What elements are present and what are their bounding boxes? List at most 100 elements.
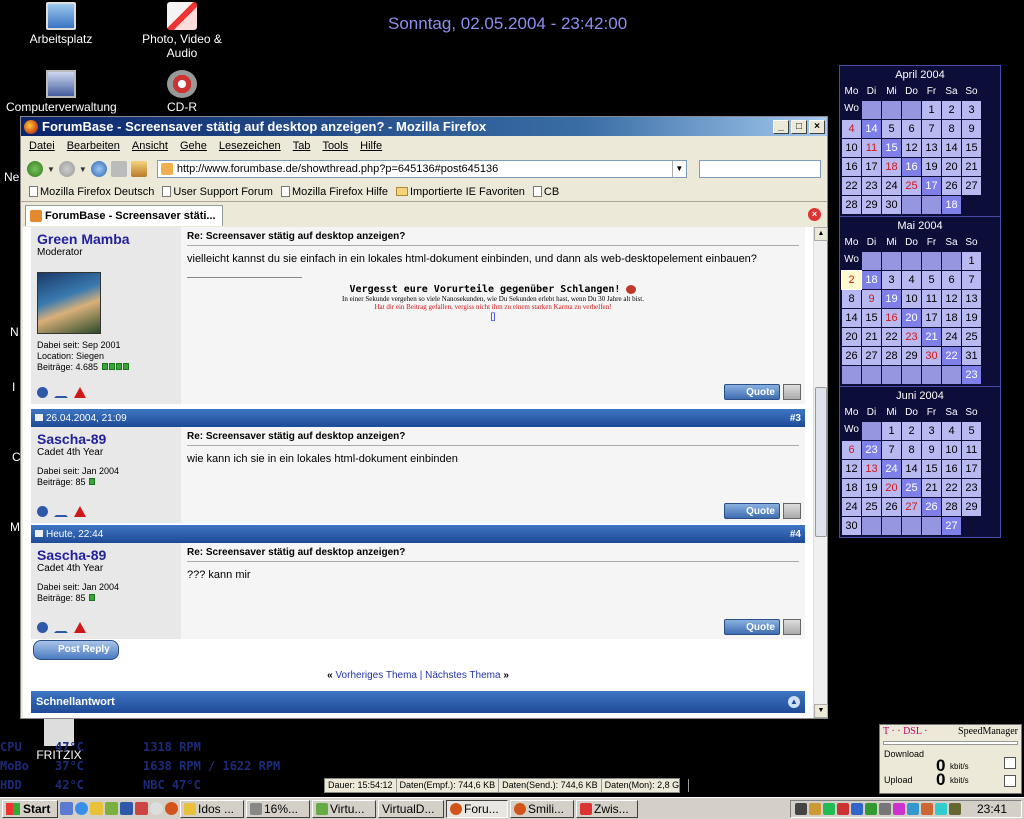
calendar-day[interactable]: 1 xyxy=(922,101,941,119)
calendar-day[interactable]: 4 xyxy=(942,422,961,440)
menu-hilfe[interactable]: Hilfe xyxy=(360,140,382,152)
calendar-day[interactable]: 26 xyxy=(842,347,861,365)
collapse-icon[interactable]: ▲ xyxy=(788,696,800,708)
calendar-day[interactable]: 11 xyxy=(922,290,941,308)
volume-icon[interactable] xyxy=(795,802,807,815)
calendar-day[interactable]: 26 xyxy=(882,498,901,516)
next-thread-link[interactable]: Nächstes Thema xyxy=(425,670,500,681)
desktop-icon-cd-r[interactable]: CD-R xyxy=(127,70,237,114)
edit-icon[interactable] xyxy=(783,619,801,635)
quote-button[interactable]: Quote xyxy=(724,503,780,519)
calendar-day[interactable]: 14 xyxy=(842,309,861,327)
calendar-day[interactable]: 20 xyxy=(942,158,961,176)
calendar-day[interactable]: 13 xyxy=(962,290,981,308)
tray-app-icon[interactable] xyxy=(809,802,821,815)
desktop-icon-photo-video-audio[interactable]: Photo, Video & Audio xyxy=(127,2,237,60)
calendar-day[interactable]: 15 xyxy=(922,460,941,478)
calendar-day[interactable]: 8 xyxy=(842,290,861,308)
calendar-day[interactable]: 15 xyxy=(962,139,981,157)
calendar-day[interactable]: 13 xyxy=(922,139,941,157)
taskbar-item[interactable]: Zwis... xyxy=(576,799,638,818)
calendar-day[interactable]: 23 xyxy=(862,177,881,195)
calendar-day[interactable]: 7 xyxy=(922,120,941,138)
calendar-day[interactable]: 19 xyxy=(962,309,981,327)
close-button[interactable]: × xyxy=(809,119,825,134)
calendar-day[interactable]: 30 xyxy=(922,347,941,365)
taskbar-item[interactable]: Virtu... xyxy=(312,799,376,818)
calendar-day[interactable]: 14 xyxy=(902,460,921,478)
calendar-day[interactable]: 17 xyxy=(862,158,881,176)
menu-bearbeiten[interactable]: Bearbeiten xyxy=(67,140,120,152)
speedmanager-toggle-icon[interactable] xyxy=(1004,757,1016,769)
scrollbar-thumb[interactable] xyxy=(815,387,827,537)
ie-quicklaunch-icon[interactable] xyxy=(75,802,88,815)
url-dropdown-icon[interactable]: ▼ xyxy=(671,161,686,177)
media-quicklaunch-icon[interactable] xyxy=(135,802,148,815)
bookmark-item[interactable]: CB xyxy=(532,186,559,198)
reputation-scale-icon[interactable] xyxy=(54,506,68,517)
calendar-day[interactable]: 3 xyxy=(962,101,981,119)
calendar-day[interactable]: 16 xyxy=(882,309,901,327)
calendar-day[interactable]: 5 xyxy=(882,120,901,138)
calendar-day[interactable]: 25 xyxy=(962,328,981,346)
player-quicklaunch-icon[interactable] xyxy=(150,802,163,815)
tray-app-icon[interactable] xyxy=(865,802,877,815)
bookmark-item[interactable]: User Support Forum xyxy=(162,186,273,198)
calendar-day[interactable]: 1 xyxy=(962,252,981,270)
calendar-day[interactable]: 21 xyxy=(862,328,881,346)
scroll-up-icon[interactable]: ▲ xyxy=(814,227,828,241)
post-username[interactable]: Green Mamba xyxy=(37,231,175,247)
calendar-day[interactable]: 1 xyxy=(882,422,901,440)
calendar-day[interactable]: 28 xyxy=(842,196,861,214)
calendar-day[interactable]: 21 xyxy=(922,479,941,497)
report-warning-icon[interactable] xyxy=(74,387,86,398)
euro-quicklaunch-icon[interactable] xyxy=(120,802,133,815)
calendar-day[interactable]: 20 xyxy=(842,328,861,346)
calendar-day[interactable]: 26 xyxy=(942,177,961,195)
folder-quicklaunch-icon[interactable] xyxy=(90,802,103,815)
quote-button[interactable]: Quote xyxy=(724,619,780,635)
calendar-day[interactable]: 28 xyxy=(942,498,961,516)
post-number[interactable]: #4 xyxy=(790,529,801,540)
tray-app-icon[interactable] xyxy=(893,802,905,815)
calendar-day[interactable]: 27 xyxy=(862,347,881,365)
calendar-day[interactable]: 3 xyxy=(922,422,941,440)
taskbar-item[interactable]: Smili... xyxy=(510,799,574,818)
user-profile-icon[interactable] xyxy=(37,506,48,517)
calendar-day[interactable]: 8 xyxy=(902,441,921,459)
post-username[interactable]: Sascha-89 xyxy=(37,547,175,563)
calendar-day[interactable]: 10 xyxy=(942,441,961,459)
calendar-day[interactable]: 9 xyxy=(862,290,881,308)
taskbar-item-active[interactable]: Foru... xyxy=(446,799,508,818)
calendar-day[interactable]: 11 xyxy=(962,441,981,459)
calendar-day[interactable]: 13 xyxy=(862,460,881,478)
calendar-day[interactable]: 22 xyxy=(842,177,861,195)
edit-icon[interactable] xyxy=(783,503,801,519)
calendar-day[interactable]: 29 xyxy=(902,347,921,365)
taskbar-item[interactable]: VirtualD... xyxy=(378,799,444,818)
calendar-day-today[interactable]: 2 xyxy=(841,270,862,290)
calendar-day[interactable]: 2 xyxy=(942,101,961,119)
calendar-day[interactable]: 24 xyxy=(842,498,861,516)
calendar-day[interactable]: 6 xyxy=(942,271,961,289)
calendar-day[interactable]: 22 xyxy=(942,479,961,497)
calendar-day[interactable]: 16 xyxy=(842,158,861,176)
bookmark-folder[interactable]: Importierte IE Favoriten xyxy=(395,186,525,198)
calendar-day[interactable]: 23 xyxy=(962,479,981,497)
menu-tab[interactable]: Tab xyxy=(293,140,311,152)
forward-dropdown-icon[interactable]: ▼ xyxy=(79,165,87,174)
calendar-day[interactable]: 12 xyxy=(942,290,961,308)
calendar-day[interactable]: 19 xyxy=(922,158,941,176)
user-profile-icon[interactable] xyxy=(37,622,48,633)
quote-button[interactable]: Quote xyxy=(724,384,780,400)
calendar-day[interactable]: 30 xyxy=(842,517,861,535)
tray-app-icon[interactable] xyxy=(921,802,933,815)
search-input[interactable] xyxy=(698,160,821,178)
calendar-day[interactable]: 12 xyxy=(902,139,921,157)
calendar-day[interactable]: 10 xyxy=(842,139,861,157)
forward-icon[interactable] xyxy=(58,161,75,177)
bookmark-item[interactable]: Mozilla Firefox Hilfe xyxy=(280,186,388,198)
calendar-day[interactable]: 3 xyxy=(882,271,901,289)
close-tab-icon[interactable]: × xyxy=(808,208,821,221)
desktop-quicklaunch-icon[interactable] xyxy=(60,802,73,815)
